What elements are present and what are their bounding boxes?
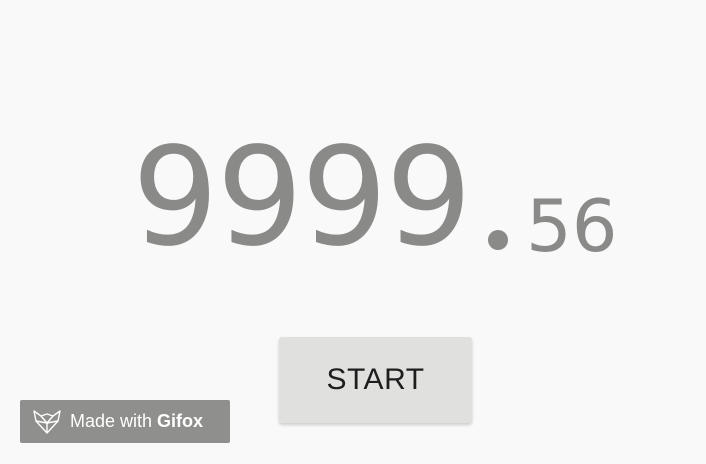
- timer-fraction-value: 56: [526, 184, 618, 268]
- timer-main-value: 9999: [132, 119, 472, 277]
- badge-brand: Gifox: [157, 411, 204, 431]
- start-button[interactable]: START: [279, 337, 472, 423]
- badge-prefix: Made with: [70, 411, 153, 431]
- decimal-point: [488, 230, 508, 250]
- stopwatch-display: 9999 56: [0, 130, 706, 280]
- fox-icon: [32, 409, 62, 435]
- gifox-watermark: Made with Gifox: [20, 400, 230, 443]
